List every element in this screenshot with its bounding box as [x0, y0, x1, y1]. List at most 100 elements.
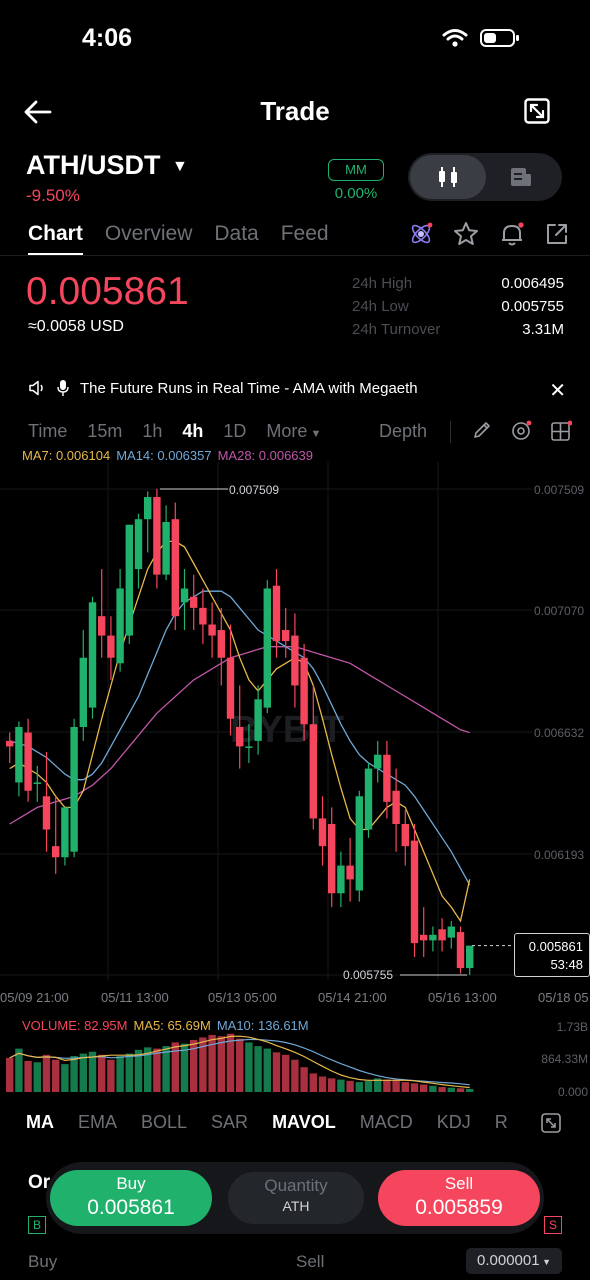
candle	[392, 790, 400, 824]
announcement-banner[interactable]: The Future Runs in Real Time - AMA with …	[28, 379, 568, 397]
volume-bar	[61, 1064, 69, 1092]
indicator-kdj[interactable]: KDJ	[437, 1112, 471, 1133]
tab-chart[interactable]: Chart	[28, 222, 83, 256]
price-stats: 24h High 0.006495 24h Low 0.005755 24h T…	[352, 275, 564, 344]
mm-badge[interactable]: MM	[328, 159, 384, 181]
candle	[245, 746, 253, 748]
interval-1h[interactable]: 1h	[142, 421, 162, 442]
candle	[309, 724, 317, 819]
candle	[374, 754, 382, 769]
volume-bar	[401, 1082, 409, 1092]
candle	[282, 630, 290, 642]
candlestick-icon	[439, 167, 457, 187]
speaker-icon	[29, 380, 43, 396]
chevron-down-icon[interactable]: ▼	[172, 158, 188, 176]
pair-name[interactable]: ATH/USDT	[26, 150, 161, 181]
candle	[364, 768, 373, 830]
candle	[88, 602, 97, 708]
candle	[254, 699, 262, 741]
sell-button[interactable]: Sell 0.005859	[378, 1170, 540, 1226]
indicator-r[interactable]: R	[495, 1112, 508, 1133]
indicator-ma[interactable]: MA	[26, 1112, 54, 1133]
candle	[61, 807, 69, 858]
banner-text: The Future Runs in Real Time - AMA with …	[80, 379, 418, 397]
tab-feed[interactable]: Feed	[281, 222, 329, 246]
close-icon[interactable]: ✕	[549, 378, 566, 403]
volume-bar	[171, 1042, 179, 1092]
ai-orbit-icon[interactable]	[408, 221, 434, 247]
indicator-sar[interactable]: SAR	[211, 1112, 248, 1133]
vol-tick-label: 0.000	[557, 1085, 588, 1099]
layout-grid-icon[interactable]	[550, 420, 572, 442]
volume-bar	[52, 1059, 60, 1092]
x-tick-label: 05/14 21:00	[318, 990, 387, 1005]
tab-overview[interactable]: Overview	[105, 222, 193, 246]
quantity-button[interactable]: Quantity ATH	[228, 1172, 364, 1224]
volume-bar	[33, 1062, 41, 1092]
volume-bar	[429, 1085, 437, 1092]
candle	[226, 657, 235, 719]
vol-tick-label: 864.33M	[541, 1052, 588, 1066]
watermark: BYBIT	[230, 709, 344, 751]
candlestick-view-button[interactable]	[410, 155, 486, 199]
volume-bar	[355, 1082, 363, 1092]
vol-tick-label: 1.73B	[556, 1020, 588, 1034]
volume-bar	[337, 1079, 345, 1092]
interval-4h[interactable]: 4h	[182, 421, 203, 442]
interval-time[interactable]: Time	[28, 421, 67, 442]
divider	[0, 255, 590, 256]
volume-bar	[24, 1061, 32, 1092]
share-icon[interactable]	[544, 221, 570, 247]
precision-select[interactable]: 0.000001 ▼	[466, 1248, 562, 1274]
indicator-boll[interactable]: BOLL	[141, 1112, 187, 1133]
candle	[116, 588, 124, 664]
candle	[263, 588, 271, 708]
buy-badge: B	[28, 1216, 46, 1234]
volume-bar	[98, 1054, 106, 1092]
candle	[318, 818, 327, 847]
chart-tools	[472, 420, 572, 442]
volume-value: VOLUME: 82.95M	[22, 1018, 128, 1033]
interval-15m[interactable]: 15m	[87, 421, 122, 442]
depth-tab[interactable]: Depth	[379, 421, 427, 442]
high-marker: 0.007509	[229, 483, 280, 497]
last-price-tag: 0.005861 53:48	[514, 933, 590, 977]
volume-bar	[456, 1088, 465, 1092]
volume-bar	[383, 1079, 391, 1092]
bell-icon[interactable]	[498, 220, 526, 248]
star-icon[interactable]	[452, 220, 480, 248]
orderbook-sell-header: Sell	[296, 1252, 325, 1271]
indicator-settings-icon[interactable]	[540, 1112, 562, 1134]
settings-icon[interactable]	[510, 420, 532, 442]
candle	[429, 934, 437, 941]
pair-change: -9.50%	[26, 186, 80, 205]
caret-down-icon: ▼	[539, 1257, 551, 1267]
candle	[15, 727, 23, 783]
indicator-mavol[interactable]: MAVOL	[272, 1112, 336, 1133]
pencil-icon[interactable]	[472, 420, 492, 440]
interval-1d[interactable]: 1D	[223, 421, 246, 442]
buy-button[interactable]: Buy 0.005861	[50, 1170, 212, 1226]
volume-bar	[410, 1083, 419, 1092]
indicator-ema[interactable]: EMA	[78, 1112, 117, 1133]
volume-bar	[254, 1046, 262, 1092]
candle	[420, 934, 428, 941]
candle	[6, 740, 14, 747]
candle	[217, 630, 225, 658]
expand-icon[interactable]	[524, 98, 550, 124]
tab-data[interactable]: Data	[214, 222, 258, 246]
interval-more[interactable]: More ▼	[266, 421, 321, 442]
volume-bar	[79, 1053, 87, 1092]
candle	[401, 823, 409, 847]
indicator-macd[interactable]: MACD	[360, 1112, 413, 1133]
y-tick-label: 0.006193	[534, 848, 585, 862]
candlestick-chart[interactable]: BYBIT	[0, 462, 590, 1102]
volume-bar	[300, 1067, 308, 1092]
volume-bar	[263, 1048, 271, 1092]
stat-24h-turnover: 24h Turnover 3.31M	[352, 321, 564, 338]
volume-bar	[438, 1087, 446, 1092]
volume-bar	[217, 1036, 225, 1092]
tab-icons	[408, 220, 570, 248]
candle	[447, 926, 455, 938]
orderbook-view-icon[interactable]	[508, 165, 534, 189]
